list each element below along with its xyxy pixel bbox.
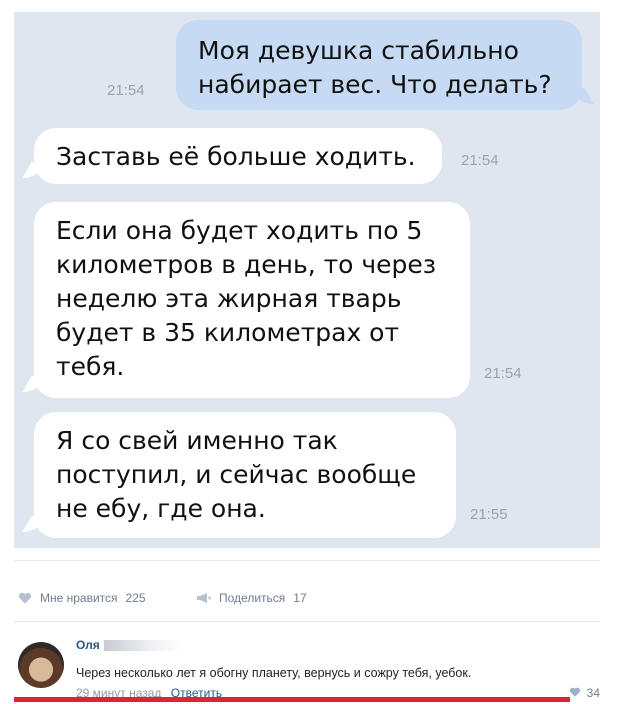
message-text: Если она будет ходить по 5 километров в … bbox=[56, 216, 437, 381]
chat-screenshot: Моя девушка стабильно набирает вес. Что … bbox=[14, 12, 600, 548]
like-label: Мне нравится bbox=[40, 591, 118, 605]
message-text: Я со свей именно так поступил, и сейчас … bbox=[56, 426, 417, 523]
megaphone-icon bbox=[196, 592, 211, 604]
bubble-tail bbox=[22, 162, 48, 178]
message-time: 21:54 bbox=[484, 365, 522, 382]
like-count: 225 bbox=[125, 591, 146, 605]
message-time: 21:54 bbox=[107, 82, 145, 99]
message-outgoing: Моя девушка стабильно набирает вес. Что … bbox=[176, 20, 594, 110]
avatar[interactable] bbox=[18, 642, 64, 688]
like-button[interactable]: Мне нравится 225 bbox=[18, 591, 146, 605]
heart-icon bbox=[18, 592, 32, 604]
share-label: Поделиться bbox=[219, 591, 286, 605]
share-count: 17 bbox=[293, 591, 307, 605]
share-button[interactable]: Поделиться 17 bbox=[196, 591, 307, 605]
message-text: Моя девушка стабильно набирает вес. Что … bbox=[198, 36, 552, 99]
message-text: Заставь её больше ходить. bbox=[56, 142, 416, 171]
author-name: Оля bbox=[76, 638, 100, 652]
message-incoming: Заставь её больше ходить. bbox=[22, 128, 442, 184]
heart-icon bbox=[569, 686, 581, 700]
comment-like-count: 34 bbox=[586, 686, 600, 700]
post-actions: Мне нравится 225 Поделиться 17 bbox=[14, 560, 600, 622]
comment: Оля Через несколько лет я обогну планету… bbox=[14, 628, 600, 704]
message-incoming: Если она будет ходить по 5 километров в … bbox=[22, 202, 470, 398]
message-time: 21:54 bbox=[461, 152, 499, 169]
redacted-surname bbox=[103, 640, 182, 652]
comment-like-button[interactable]: 34 bbox=[569, 686, 600, 700]
bubble-tail bbox=[22, 376, 48, 392]
bubble-tail bbox=[22, 516, 48, 532]
comment-author[interactable]: Оля bbox=[76, 638, 182, 652]
message-time: 21:55 bbox=[470, 506, 508, 523]
red-underline-mark bbox=[14, 697, 570, 702]
bubble-tail bbox=[568, 88, 594, 104]
comment-text: Через несколько лет я обогну планету, ве… bbox=[76, 666, 472, 680]
message-incoming: Я со свей именно так поступил, и сейчас … bbox=[22, 412, 456, 538]
